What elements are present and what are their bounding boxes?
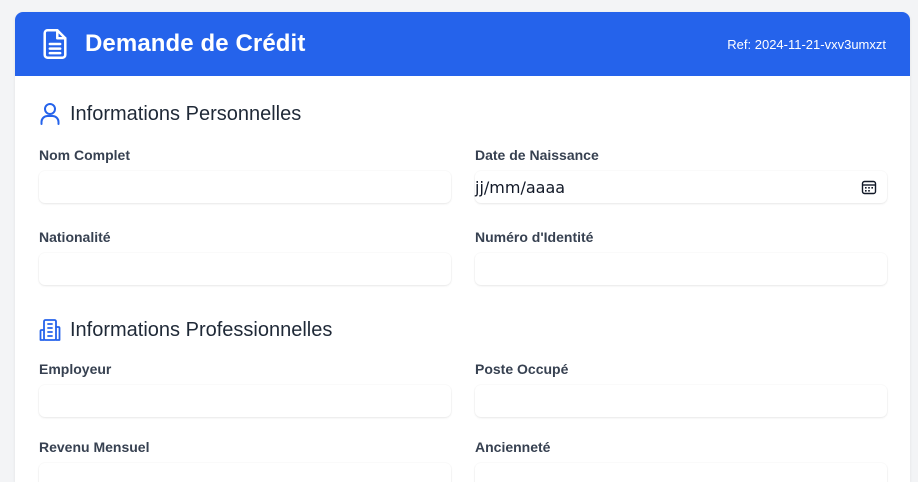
professional-info-section: Informations Professionnelles Employeur … — [15, 285, 910, 482]
position-input[interactable] — [475, 385, 887, 417]
nationality-input[interactable] — [39, 253, 451, 285]
id-number-label: Numéro d'Identité — [475, 229, 594, 245]
credit-application-card: Demande de Crédit Ref: 2024-11-21-vxv3um… — [15, 12, 910, 482]
nationality-label: Nationalité — [39, 229, 111, 245]
monthly-income-label: Revenu Mensuel — [39, 439, 150, 455]
document-icon — [41, 28, 69, 60]
full-name-input[interactable] — [39, 171, 451, 203]
personal-info-section: Informations Personnelles Nom Complet Da… — [15, 76, 910, 285]
full-name-label: Nom Complet — [39, 147, 130, 163]
birth-date-label: Date de Naissance — [475, 147, 599, 163]
position-field: Poste Occupé — [475, 361, 887, 417]
professional-info-grid: Employeur Poste Occupé Revenu Mensuel An… — [39, 361, 887, 482]
form-header: Demande de Crédit Ref: 2024-11-21-vxv3um… — [15, 12, 910, 76]
id-number-input[interactable] — [475, 253, 887, 285]
personal-info-title: Informations Personnelles — [70, 102, 302, 125]
seniority-label: Ancienneté — [475, 439, 551, 455]
full-name-field: Nom Complet — [39, 147, 451, 203]
building-icon — [39, 318, 61, 342]
reference-number: Ref: 2024-11-21-vxv3umxzt — [727, 36, 886, 52]
monthly-income-input[interactable] — [39, 463, 451, 482]
birth-date-field: Date de Naissance jj/mm/aaaa — [475, 147, 887, 203]
professional-info-title: Informations Professionnelles — [70, 318, 333, 341]
id-number-field: Numéro d'Identité — [475, 229, 887, 285]
position-label: Poste Occupé — [475, 361, 569, 377]
birth-date-placeholder: jj/mm/aaaa — [475, 177, 566, 197]
professional-info-heading: Informations Professionnelles — [39, 318, 886, 342]
birth-date-input[interactable]: jj/mm/aaaa — [475, 171, 887, 203]
personal-info-grid: Nom Complet Date de Naissance jj/mm/aaaa — [39, 147, 887, 285]
employer-field: Employeur — [39, 361, 451, 417]
employer-input[interactable] — [39, 385, 451, 417]
nationality-field: Nationalité — [39, 229, 451, 285]
monthly-income-field: Revenu Mensuel — [39, 439, 451, 482]
user-icon — [39, 102, 61, 126]
header-left: Demande de Crédit — [41, 28, 305, 60]
personal-info-heading: Informations Personnelles — [39, 102, 886, 126]
seniority-input[interactable] — [475, 463, 887, 482]
calendar-icon[interactable] — [861, 179, 877, 195]
seniority-field: Ancienneté — [475, 439, 887, 482]
page-title: Demande de Crédit — [85, 30, 306, 57]
employer-label: Employeur — [39, 361, 112, 377]
